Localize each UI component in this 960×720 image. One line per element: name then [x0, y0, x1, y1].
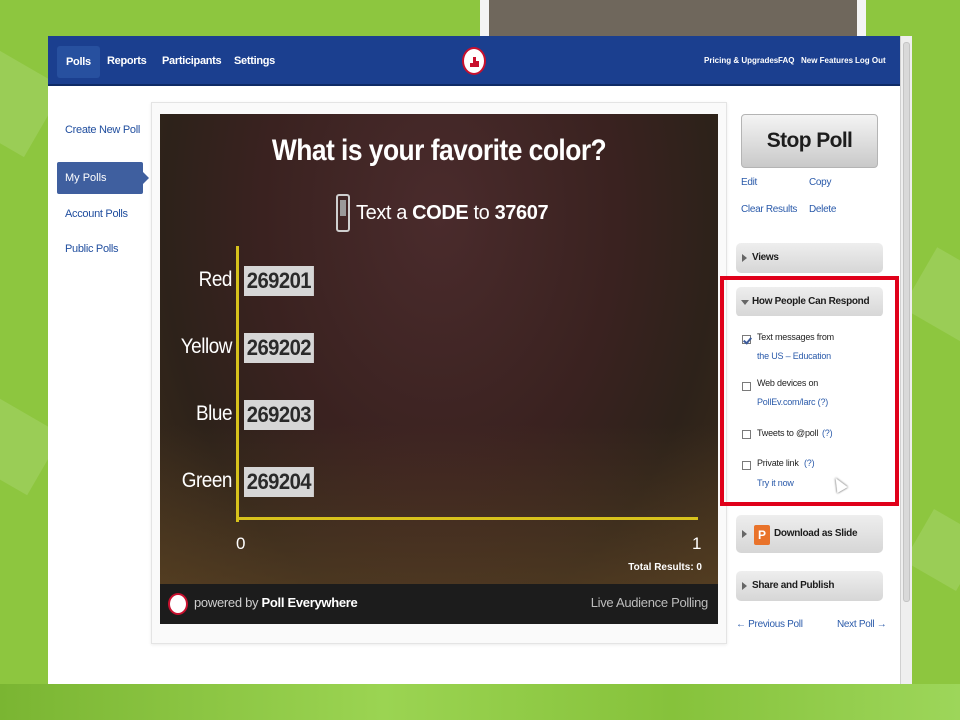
share-publish-panel-header[interactable]: Share and Publish [736, 571, 883, 601]
live-audience-polling: Live Audience Polling [590, 595, 709, 610]
option-code-green: 269204 [244, 467, 314, 497]
previous-poll-link[interactable]: ← Previous Poll [736, 619, 803, 630]
poll-footer: powered by Poll Everywhere Live Audience… [160, 584, 718, 624]
slide-top-frame-inner [489, 0, 857, 36]
total-results: Total Results: 0 [628, 562, 702, 573]
nav-faq[interactable]: FAQ [778, 36, 794, 86]
option-code-yellow: 269202 [244, 333, 314, 363]
stop-poll-button[interactable]: Stop Poll [741, 114, 878, 168]
option-label-green: Green [181, 469, 233, 492]
copy-link[interactable]: Copy [809, 177, 831, 188]
nav-new-features[interactable]: New Features [801, 36, 853, 86]
mobile-phone-icon [336, 194, 350, 232]
views-panel-label: Views [752, 252, 779, 263]
option-code-red: 269201 [244, 266, 314, 296]
option-label-blue: Blue [195, 402, 232, 425]
chart-y-axis [236, 246, 239, 522]
expand-triangle-icon [742, 254, 747, 262]
instruction-code: CODE [412, 202, 469, 224]
sidebar-public-polls[interactable]: Public Polls [65, 243, 119, 255]
next-poll-link[interactable]: Next Poll → [837, 619, 887, 630]
nav-participants[interactable]: Participants [162, 36, 222, 86]
expand-triangle-icon [742, 582, 747, 590]
option-code-blue: 269203 [244, 400, 314, 430]
clear-results-link[interactable]: Clear Results [741, 204, 797, 215]
poll-question: What is your favorite color? [271, 134, 607, 167]
sidebar-create-new-poll[interactable]: Create New Poll [65, 124, 140, 136]
download-slide-label: Download as Slide [774, 528, 858, 539]
nav-log-out[interactable]: Log Out [855, 36, 886, 86]
expand-triangle-icon [742, 530, 747, 538]
poll-everywhere-footer-logo-icon [168, 593, 188, 615]
powerpoint-icon: P [754, 525, 770, 545]
highlight-box [720, 276, 899, 506]
background-band [0, 684, 960, 720]
vertical-scrollbar[interactable] [900, 36, 912, 684]
nav-polls[interactable]: Polls [57, 46, 100, 78]
poll-glow [160, 424, 718, 584]
powered-by-brand: Poll Everywhere [261, 595, 358, 610]
views-panel-header[interactable]: Views [736, 243, 883, 273]
browser-screenshot: Polls Reports Participants Settings Pric… [48, 36, 912, 684]
powered-by-prefix: powered by [194, 595, 259, 610]
instruction-number: 37607 [494, 202, 549, 224]
sidebar-my-polls[interactable]: My Polls [57, 162, 149, 194]
edit-link[interactable]: Edit [741, 177, 757, 188]
option-label-red: Red [198, 268, 233, 291]
nav-reports[interactable]: Reports [107, 36, 147, 86]
share-publish-label: Share and Publish [752, 580, 835, 591]
axis-tick-max: 1 [692, 534, 702, 553]
powered-by-text: powered by Poll Everywhere [194, 595, 358, 610]
chart-x-axis [236, 517, 698, 520]
nav-settings[interactable]: Settings [234, 36, 275, 86]
instruction-prefix: Text a [356, 202, 407, 224]
background-shape [904, 509, 960, 591]
nav-pricing-upgrades[interactable]: Pricing & Upgrades [704, 36, 778, 86]
sidebar-account-polls[interactable]: Account Polls [65, 208, 128, 220]
poll-everywhere-logo-icon[interactable] [462, 47, 486, 75]
instruction-text: Text a CODE to 37607 [356, 202, 549, 225]
top-navigation: Polls Reports Participants Settings Pric… [48, 36, 900, 86]
instruction-mid: to [473, 202, 490, 224]
scrollbar-thumb[interactable] [903, 42, 910, 602]
delete-link[interactable]: Delete [809, 204, 836, 215]
option-label-yellow: Yellow [180, 335, 233, 358]
poll-display: What is your favorite color? Text a CODE… [160, 114, 718, 624]
axis-tick-min: 0 [236, 534, 246, 553]
